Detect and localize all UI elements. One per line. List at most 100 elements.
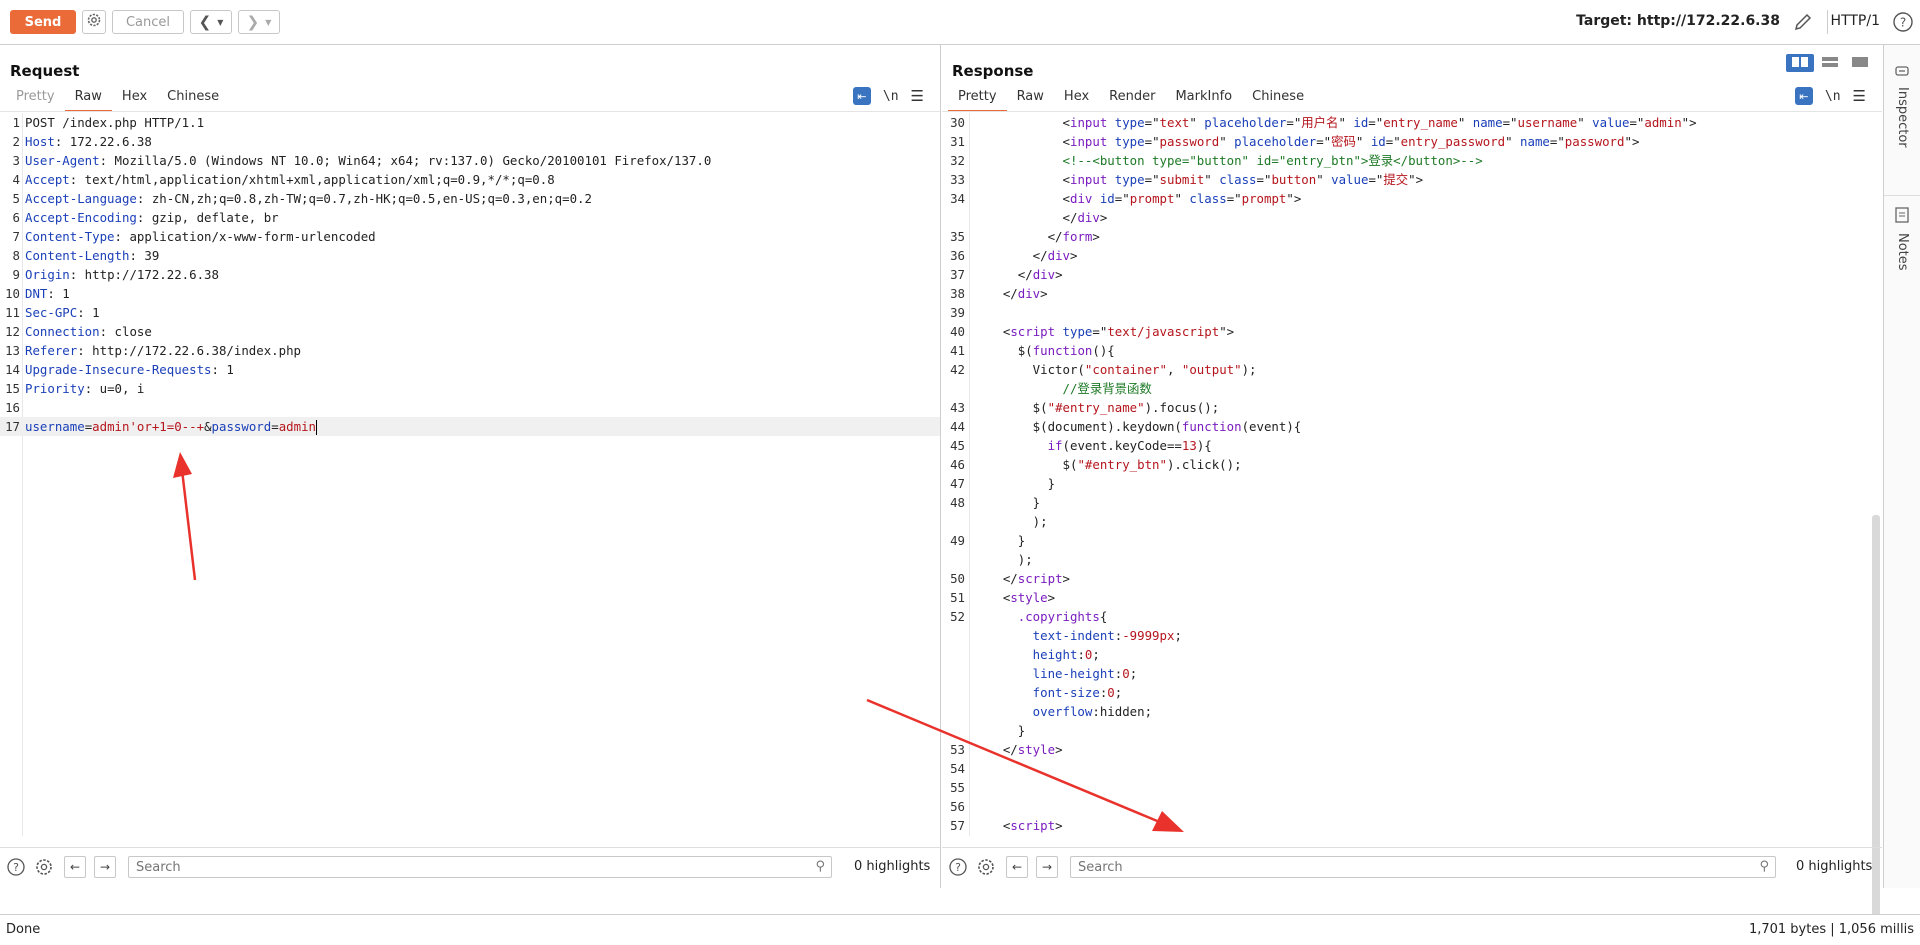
code-text: $("#entry_name").focus(); — [973, 400, 1220, 415]
tab-hex[interactable]: Hex — [112, 87, 157, 109]
line-number: 34 — [950, 191, 965, 206]
response-search-box[interactable]: ⚲ — [1070, 856, 1776, 878]
wrap-icon: ⇤ — [857, 89, 867, 103]
newline-toggle-button[interactable]: \n — [883, 89, 899, 104]
code-line: 44 $(document).keydown(function(event){ — [942, 417, 1882, 436]
cancel-button[interactable]: Cancel — [112, 10, 184, 34]
tab-raw[interactable]: Raw — [64, 87, 113, 112]
search-prev-button[interactable]: ← — [1006, 856, 1028, 878]
line-number: 10 — [5, 286, 20, 301]
code-text: Priority: u=0, i — [25, 381, 145, 396]
code-text: } — [973, 476, 1056, 491]
code-line: ); — [942, 550, 1882, 569]
request-tabs: Pretty Raw Hex Chinese — [6, 87, 229, 112]
code-text: <div id="prompt" class="prompt"> — [973, 191, 1302, 206]
request-editor-controls: ⇤ \n ☰ — [852, 87, 924, 105]
line-number: 42 — [950, 362, 965, 377]
newline-toggle-button[interactable]: \n — [1825, 89, 1841, 104]
line-number: 46 — [950, 457, 965, 472]
code-line: 39 — [942, 303, 1882, 322]
code-line: 45 if(event.keyCode==13){ — [942, 436, 1882, 455]
help-icon[interactable]: ? — [6, 857, 26, 877]
line-number: 3 — [12, 153, 20, 168]
send-button[interactable]: Send — [10, 10, 76, 34]
wrap-toggle-button[interactable]: ⇤ — [1794, 87, 1813, 105]
request-search-input[interactable] — [134, 857, 756, 877]
code-text: Accept-Language: zh-CN,zh;q=0.8,zh-TW;q=… — [25, 191, 592, 206]
response-footer: ? ← → ⚲ 0 highlights — [942, 847, 1882, 888]
inspector-tab[interactable]: Inspector — [1884, 87, 1920, 177]
help-icon[interactable]: ? — [948, 857, 968, 877]
line-number: 37 — [950, 267, 965, 282]
code-line: 4 Accept: text/html,application/xhtml+xml… — [0, 170, 940, 189]
protocol-label[interactable]: HTTP/1 — [1831, 13, 1880, 29]
code-line: height:0; — [942, 645, 1882, 664]
tab-render[interactable]: Render — [1099, 87, 1165, 109]
help-icon: ? — [1892, 12, 1914, 37]
code-line: 17 username=admin'or+1=0--+&password=admi… — [0, 417, 940, 436]
code-line: 6 Accept-Encoding: gzip, deflate, br — [0, 208, 940, 227]
code-text: username=admin'or+1=0--+&password=admin — [25, 419, 317, 435]
line-number: 2 — [12, 134, 20, 149]
line-number: 7 — [12, 229, 20, 244]
settings-button[interactable] — [82, 10, 106, 34]
line-number: 40 — [950, 324, 965, 339]
back-history-button[interactable]: ❮ ▼ — [190, 10, 232, 34]
code-text: line-height:0; — [973, 666, 1138, 681]
code-line: //登录背景函数 — [942, 379, 1882, 398]
menu-icon[interactable]: ☰ — [1853, 87, 1866, 105]
code-line: 38 </div> — [942, 284, 1882, 303]
layout-side-by-side-button[interactable] — [1786, 54, 1814, 72]
tab-hex[interactable]: Hex — [1054, 87, 1099, 109]
request-footer: ? ← → ⚲ 0 highlights — [0, 847, 940, 888]
line-number: 15 — [5, 381, 20, 396]
code-text: .copyrights{ — [973, 609, 1108, 624]
tab-raw[interactable]: Raw — [1007, 87, 1054, 109]
code-text: <script type="text/javascript"> — [973, 324, 1235, 339]
code-line: 52 .copyrights{ — [942, 607, 1882, 626]
search-next-button[interactable]: → — [1036, 856, 1058, 878]
code-text: <input type="text" placeholder="用户名" id=… — [973, 115, 1697, 130]
response-title: Response — [952, 62, 1034, 80]
wrap-toggle-button[interactable]: ⇤ — [852, 87, 871, 105]
code-line: 7 Content-Type: application/x-www-form-ur… — [0, 227, 940, 246]
request-editor[interactable]: 1 POST /index.php HTTP/1.1 2 Host: 172.22.6… — [0, 113, 940, 836]
forward-history-button[interactable]: ❯ ▼ — [238, 10, 280, 34]
request-search-box[interactable]: ⚲ — [128, 856, 832, 878]
tab-markinfo[interactable]: MarkInfo — [1165, 87, 1242, 109]
response-stats: 1,701 bytes | 1,056 millis — [1748, 922, 1914, 937]
code-text: </form> — [973, 229, 1100, 244]
code-text: Referer: http://172.22.6.38/index.php — [25, 343, 302, 358]
tab-chinese[interactable]: Chinese — [157, 87, 229, 109]
code-line: 3 User-Agent: Mozilla/5.0 (Windows NT 10.… — [0, 151, 940, 170]
gear-icon[interactable] — [34, 857, 54, 877]
code-text: </div> — [973, 267, 1063, 282]
help-button[interactable]: ? — [1892, 11, 1914, 37]
gear-icon[interactable] — [976, 857, 996, 877]
tab-pretty[interactable]: Pretty — [948, 87, 1007, 112]
layout-tabs-button[interactable] — [1846, 54, 1874, 72]
menu-icon[interactable]: ☰ — [911, 87, 924, 105]
search-prev-button[interactable]: ← — [64, 856, 86, 878]
code-line: 34 <div id="prompt" class="prompt"> — [942, 189, 1882, 208]
notes-tab[interactable]: Notes — [1884, 233, 1920, 293]
tab-chinese[interactable]: Chinese — [1242, 87, 1314, 109]
line-number: 33 — [950, 172, 965, 187]
line-number: 30 — [950, 115, 965, 130]
arrow-left-icon: ← — [1011, 860, 1023, 874]
code-text: Connection: close — [25, 324, 152, 339]
code-text: </script> — [973, 571, 1070, 586]
svg-text:?: ? — [13, 861, 19, 874]
layout-stacked-button[interactable] — [1816, 54, 1844, 72]
code-text: Sec-GPC: 1 — [25, 305, 100, 320]
code-text: </div> — [973, 248, 1078, 263]
edit-target-button[interactable] — [1792, 11, 1814, 37]
code-text: <input type="password" placeholder="密码" … — [973, 134, 1640, 149]
tab-pretty[interactable]: Pretty — [6, 87, 65, 109]
response-editor-controls: ⇤ \n ☰ — [1794, 87, 1866, 105]
response-search-input[interactable] — [1076, 857, 1700, 877]
request-title: Request — [10, 62, 80, 80]
search-next-button[interactable]: → — [94, 856, 116, 878]
line-number: 6 — [12, 210, 20, 225]
code-text: <!--<button type="button" id="entry_btn"… — [973, 153, 1483, 168]
